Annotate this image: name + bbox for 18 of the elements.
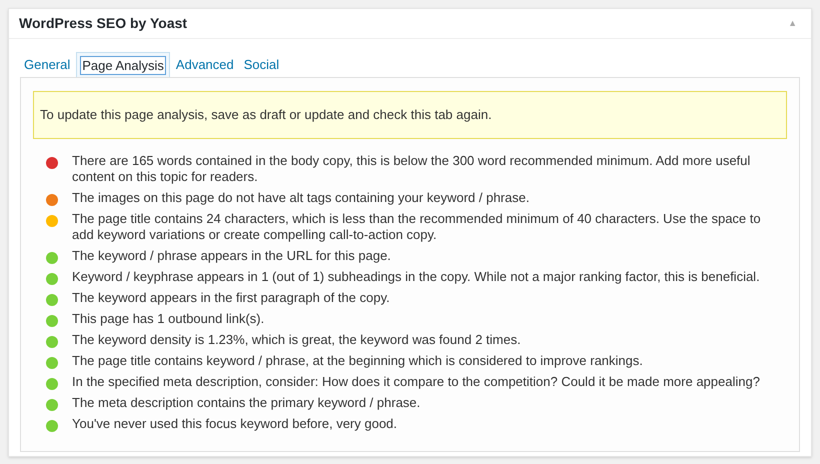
analysis-result: You've never used this focus keyword before, very good. (72, 416, 398, 432)
analysis-result: The images on this page do not have alt tags containing your keyword / phrase. (72, 190, 530, 206)
analysis-result: This page has 1 outbound link(s). (72, 311, 266, 327)
analysis-result: The keyword appears in the first paragraph of the copy. (72, 290, 391, 306)
tab[interactable]: Page Analysis (76, 52, 170, 77)
analysis-result: There are 165 words contained in the body copy, this is below the 300 word recommended minimum. Add more useful content on this topic for readers. (72, 153, 752, 185)
notice-message: To update this page analysis, save as draft or update and check this tab again. (33, 91, 787, 139)
analysis-result: Keyword / keyphrase appears in 1 (out of 1) subheadings in the copy. While not a major ranking factor, this is beneficial. (72, 269, 761, 285)
analysis-result: The meta description contains the primary keyword / phrase. (72, 395, 422, 411)
analysis-result: The page title contains 24 characters, which is less than the recommended minimum of 40 characters. Use the space to add keyword variations or create compelling call-to-action copy. (72, 211, 762, 243)
analysis-result: In the specified meta description, consider: How does it compare to the competition? Could it be made more appealing? (72, 374, 761, 390)
box-title: WordPress SEO by Yoast (19, 14, 188, 33)
analysis-result: The keyword / phrase appears in the URL for this page. (72, 248, 392, 264)
analysis-result: The page title contains keyword / phrase, at the beginning which is considered to improve rankings. (72, 353, 644, 369)
tab[interactable]: Advanced (172, 52, 238, 77)
tab[interactable]: Social (240, 52, 284, 77)
tab[interactable]: General (20, 52, 74, 77)
analysis-result: The keyword density is 1.23%, which is great, the keyword was found 2 times. (72, 332, 522, 348)
